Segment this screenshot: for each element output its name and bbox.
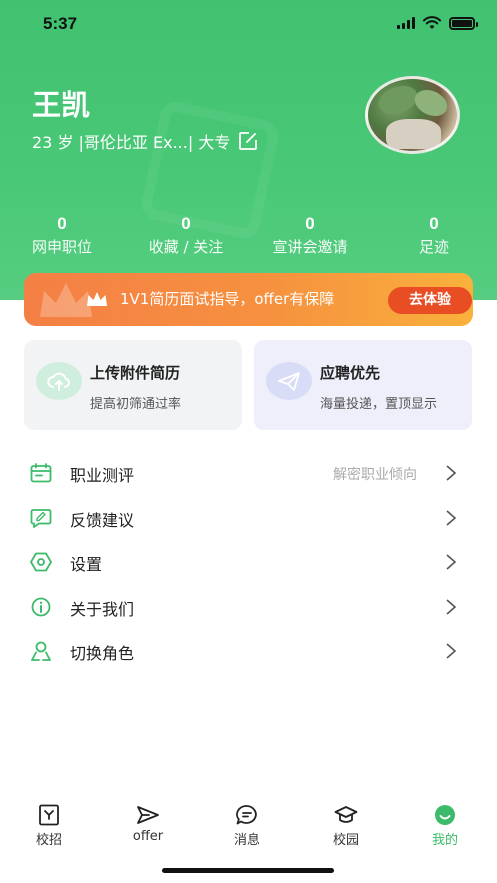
bottom-tab-bar: 校招 offer 消息 校园 我的 — [0, 800, 497, 855]
card-title: 应聘优先 — [320, 364, 381, 382]
stat-value: 0 — [181, 214, 191, 233]
user-info: 23 岁 |哥伦比亚 Ex...| 大专 — [32, 129, 258, 153]
stat-value: 0 — [429, 214, 439, 233]
status-bar: 5:37 — [0, 0, 497, 46]
tab-label: 我的 — [431, 833, 458, 848]
tab-campus[interactable]: 校园 — [306, 800, 386, 855]
user-info-text: 23 岁 |哥伦比亚 Ex...| 大专 — [32, 133, 231, 152]
chevron-right-icon — [446, 554, 457, 570]
graduation-cap-icon — [334, 806, 358, 823]
status-time: 5:37 — [43, 14, 78, 33]
avatar[interactable] — [365, 76, 460, 154]
menu-label: 设置 — [70, 555, 103, 574]
stat-value: 0 — [57, 214, 67, 233]
tab-campus-recruit[interactable]: 校招 — [9, 800, 89, 855]
priority-icon-badge — [266, 362, 312, 400]
stat-applied-jobs[interactable]: 0 网申职位 — [0, 212, 124, 258]
tab-offer[interactable]: offer — [108, 800, 188, 855]
user-name: 王凯 — [32, 88, 91, 122]
crown-icon — [87, 292, 107, 306]
send-icon — [137, 806, 159, 824]
promo-banner[interactable]: 1V1简历面试指导，offer有保障 去体验 — [24, 273, 473, 326]
priority-apply-card[interactable]: 应聘优先 海量投递，置顶显示 — [254, 340, 472, 430]
tab-label: 校招 — [35, 833, 62, 848]
menu-item-settings[interactable]: 设置 — [0, 540, 497, 585]
stat-label: 收藏 / 关注 — [148, 238, 224, 256]
chevron-right-icon — [446, 465, 457, 481]
upload-cloud-icon — [47, 372, 70, 391]
tab-mine[interactable]: 我的 — [405, 800, 485, 855]
tab-label: offer — [132, 829, 164, 844]
stat-label: 网申职位 — [31, 238, 92, 256]
profile-icon — [435, 805, 455, 825]
upload-icon-badge — [36, 362, 82, 400]
menu-item-switch-role[interactable]: 切换角色 — [0, 629, 497, 674]
menu-label: 反馈建议 — [70, 510, 135, 530]
paper-plane-icon — [278, 372, 300, 391]
battery-icon — [449, 16, 478, 30]
switch-role-icon — [31, 641, 51, 661]
upload-resume-card[interactable]: 上传附件简历 提高初筛通过率 — [24, 340, 242, 430]
menu-item-about[interactable]: 关于我们 — [0, 585, 497, 630]
settings-menu: 职业测评 解密职业倾向 反馈建议 设置 关于我们 切换角色 — [0, 451, 497, 674]
wifi-icon — [423, 16, 441, 29]
menu-label: 职业测评 — [70, 466, 135, 485]
stats-row: 0 网申职位 0 收藏 / 关注 0 宣讲会邀请 0 足迹 — [0, 212, 497, 262]
edit-icon[interactable] — [238, 131, 258, 151]
menu-item-career-test[interactable]: 职业测评 解密职业倾向 — [0, 451, 497, 496]
stat-value: 0 — [305, 214, 315, 233]
try-now-button[interactable]: 去体验 — [388, 287, 472, 314]
promo-text: 1V1简历面试指导，offer有保障 — [120, 290, 335, 308]
stat-invitations[interactable]: 0 宣讲会邀请 — [248, 212, 372, 258]
stat-label: 宣讲会邀请 — [272, 238, 348, 256]
stat-label: 足迹 — [418, 238, 449, 256]
card-title: 上传附件简历 — [90, 364, 181, 382]
recruit-icon — [39, 804, 59, 826]
stat-footprints[interactable]: 0 足迹 — [372, 212, 496, 258]
calendar-icon — [30, 463, 52, 483]
menu-label: 关于我们 — [70, 599, 135, 619]
card-subtitle: 提高初筛通过率 — [90, 397, 182, 412]
menu-label: 切换角色 — [70, 644, 135, 663]
menu-item-feedback[interactable]: 反馈建议 — [0, 496, 497, 541]
chevron-right-icon — [446, 643, 457, 659]
home-indicator[interactable] — [162, 868, 334, 873]
profile-header: 5:37 王凯 23 岁 |哥伦比亚 Ex...| 大专 0 网申职位 0 收藏… — [0, 0, 497, 300]
stat-favorites[interactable]: 0 收藏 / 关注 — [124, 212, 248, 258]
chevron-right-icon — [446, 509, 457, 526]
info-icon — [31, 597, 51, 616]
status-icons — [397, 16, 478, 30]
menu-hint: 解密职业倾向 — [333, 467, 417, 483]
chevron-right-icon — [446, 598, 457, 615]
feedback-icon — [30, 508, 52, 528]
tab-label: 校园 — [332, 833, 359, 848]
card-subtitle: 海量投递，置顶显示 — [320, 397, 438, 412]
tab-messages[interactable]: 消息 — [207, 800, 287, 855]
tab-label: 消息 — [233, 833, 260, 848]
cellular-signal-icon — [397, 17, 415, 29]
message-icon — [236, 805, 257, 825]
settings-icon — [30, 552, 52, 572]
